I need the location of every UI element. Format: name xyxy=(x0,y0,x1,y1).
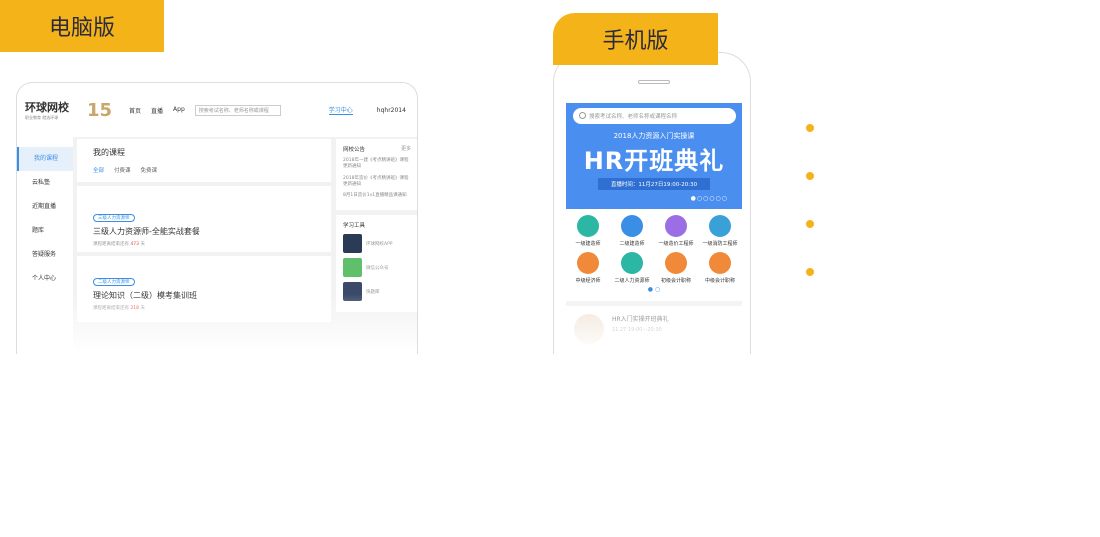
filter-all[interactable]: 全部 xyxy=(93,166,104,174)
category-label: 二级建造师 xyxy=(619,241,645,247)
phone-frame: 搜索考试名称、老师名称或课程名称 2018人力资源入门实操课 HR开班典礼 直播… xyxy=(553,52,751,354)
sidebar-item-qa[interactable]: 答疑服务 xyxy=(17,243,73,267)
quiz-icon xyxy=(343,282,362,302)
category-grid: 一级建造师 二级建造师 一级造价工程师 一级消防工程师中级经济师 二级人力资源师 初级会计… xyxy=(566,209,742,284)
category-label: 二级人力资源师 xyxy=(614,278,650,284)
courses-header: 我的课程 全部 付费课 免费课 xyxy=(77,139,331,182)
ledger-icon xyxy=(665,252,687,274)
notice-item[interactable]: 2018年造价《考点精讲班》课程更新通知 xyxy=(343,176,411,189)
notice-item[interactable]: 8月1日造价1v1直播精品课通知 xyxy=(343,193,411,199)
nav-home[interactable]: 首页 xyxy=(129,106,141,115)
category-item[interactable]: 初级会计职称 xyxy=(654,252,698,284)
category-label: 一级建造师 xyxy=(575,241,601,247)
category-item[interactable]: 二级建造师 xyxy=(610,215,654,247)
live-item[interactable]: HR入门实操开班典礼 11.27 19:00－20:30 xyxy=(566,301,742,352)
people-icon xyxy=(621,252,643,274)
course-tag: 二级人力资源师 xyxy=(93,278,135,286)
nav-live[interactable]: 直播 xyxy=(151,106,163,115)
category-item[interactable]: 一级造价工程师 xyxy=(654,215,698,247)
username[interactable]: hqhr2014 xyxy=(377,107,406,114)
sidebar-item-questions[interactable]: 题库 xyxy=(17,219,73,243)
category-item[interactable]: 中级会计职称 xyxy=(698,252,742,284)
scale-icon xyxy=(577,252,599,274)
category-item[interactable]: 一级建造师 xyxy=(566,215,610,247)
category-label: 初级会计职称 xyxy=(660,278,691,284)
grid-pager[interactable]: ● ○ xyxy=(566,286,742,293)
pc-header: 环球网校 职业教育 就选环球 15 首页 直播 App 搜索考试名称、老师名称或课… xyxy=(17,83,417,137)
mobile-banner[interactable]: 搜索考试名称、老师名称或课程名称 2018人力资源入门实操课 HR开班典礼 直播… xyxy=(566,103,742,209)
person-icon xyxy=(665,215,687,237)
bullet-icon xyxy=(806,172,814,180)
site-logo[interactable]: 环球网校 职业教育 就选环球 xyxy=(25,99,75,121)
building-icon xyxy=(577,215,599,237)
chart-icon xyxy=(709,252,731,274)
tool-wechat[interactable]: 微信公众号 xyxy=(343,258,411,278)
tab-pc-version[interactable]: 电脑版 xyxy=(0,0,164,52)
mobile-search-input[interactable]: 搜索考试名称、老师名称或课程名称 xyxy=(573,108,736,124)
tab-mobile-version[interactable]: 手机版 xyxy=(553,13,718,65)
notice-title: 网校公告 xyxy=(343,147,366,153)
tool-app[interactable]: 环球网校APP xyxy=(343,234,411,254)
learning-center-link[interactable]: 学习中心 xyxy=(328,105,353,115)
notice-item[interactable]: 2018年一建《考点精讲班》课程更新通知 xyxy=(343,158,411,171)
course-title[interactable]: 理论知识（二级）模考集训班 xyxy=(93,290,315,301)
more-link[interactable]: 更多 xyxy=(401,145,411,153)
tool-quiz[interactable]: 快题库 xyxy=(343,282,411,302)
banner-subtitle: 2018人力资源入门实操课 xyxy=(613,132,695,140)
course-progress: 课程距离结束还有 473 天 xyxy=(93,242,145,247)
tools-title: 学习工具 xyxy=(343,223,366,230)
sidebar-item-cloud[interactable]: 云私塾 xyxy=(17,171,73,195)
course-title[interactable]: 三级人力资源师-全能实战套餐 xyxy=(93,226,315,237)
anniversary-logo: 15 xyxy=(87,99,113,121)
helmet-icon xyxy=(621,215,643,237)
banner-time: 直播时间：11月27日19:00-20:30 xyxy=(598,178,710,190)
sidebar-item-profile[interactable]: 个人中心 xyxy=(17,267,73,291)
category-item[interactable]: 中级经济师 xyxy=(566,252,610,284)
category-label: 中级会计职称 xyxy=(704,278,735,284)
carousel-dots[interactable]: ●○○○○○ xyxy=(691,195,728,202)
category-label: 一级消防工程师 xyxy=(702,241,738,247)
speaker-icon xyxy=(638,80,670,84)
sidebar-item-my-courses[interactable]: 我的课程 xyxy=(17,147,73,171)
category-item[interactable]: 一级消防工程师 xyxy=(698,215,742,247)
live-title: HR入门实操开班典礼 xyxy=(612,316,669,323)
course-tag: 三级人力资源师 xyxy=(93,214,135,222)
category-label: 一级造价工程师 xyxy=(658,241,694,247)
bullet-icon xyxy=(806,268,814,276)
avatar xyxy=(574,314,604,344)
filter-free[interactable]: 免费课 xyxy=(141,166,158,174)
wechat-icon xyxy=(343,258,362,278)
tools-panel: 学习工具 环球网校APP 微信公众号 快题库 xyxy=(336,215,417,313)
pc-screenshot: 环球网校 职业教育 就选环球 15 首页 直播 App 搜索考试名称、老师名称或课… xyxy=(16,82,418,354)
course-card[interactable]: 三级人力资源师 三级人力资源师-全能实战套餐 课程距离结束还有 473 天 xyxy=(77,186,331,252)
page-title: 我的课程 xyxy=(93,148,125,157)
filter-paid[interactable]: 付费课 xyxy=(114,166,131,174)
sidebar: 我的课程 云私塾 近期直播 题库 答疑服务 个人中心 xyxy=(17,137,73,354)
notice-panel: 网校公告 更多 2018年一建《考点精讲班》课程更新通知 2018年造价《考点精讲… xyxy=(336,139,417,211)
search-input[interactable]: 搜索考试名称、老师名称或课程 xyxy=(194,104,281,116)
app-icon xyxy=(343,234,362,254)
nav-app[interactable]: App xyxy=(173,106,185,115)
live-time: 11.27 19:00－20:30 xyxy=(612,327,662,333)
bullet-icon xyxy=(806,220,814,228)
top-nav: 首页 直播 App xyxy=(129,106,185,115)
category-label: 中级经济师 xyxy=(575,278,601,284)
course-progress: 课程距离结束还有 218 天 xyxy=(93,306,145,311)
banner-title: HR开班典礼 xyxy=(583,147,725,175)
mobile-screen: 搜索考试名称、老师名称或课程名称 2018人力资源入门实操课 HR开班典礼 直播… xyxy=(566,103,742,354)
course-card[interactable]: 二级人力资源师 理论知识（二级）模考集训班 课程距离结束还有 218 天 xyxy=(77,256,331,322)
fire-extinguisher-icon xyxy=(709,215,731,237)
sidebar-item-live[interactable]: 近期直播 xyxy=(17,195,73,219)
bullet-icon xyxy=(806,124,814,132)
category-item[interactable]: 二级人力资源师 xyxy=(610,252,654,284)
